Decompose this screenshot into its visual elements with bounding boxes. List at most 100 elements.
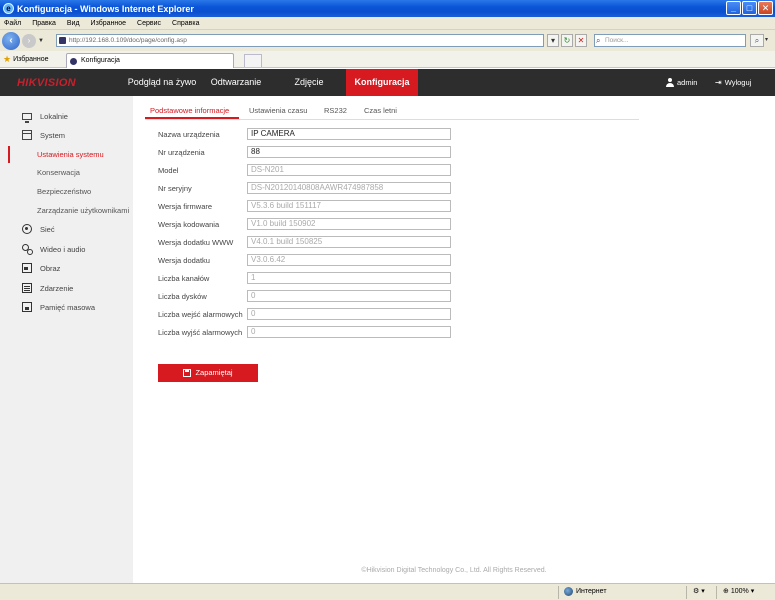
username: admin [677,78,698,87]
device-name-input[interactable]: IP CAMERA [247,128,451,140]
monitor-icon [22,112,32,123]
maximize-icon[interactable]: □ [742,1,757,15]
sidebar-subitem-maintenance[interactable]: Konserwacja [37,167,80,179]
address-actions: ▾ ↻ ✕ [547,34,587,47]
sidebar-subitem-security[interactable]: Bezpieczeństwo [37,186,91,198]
sidebar-item-local[interactable]: Lokalnie [22,110,68,123]
sidebar-item-image[interactable]: Obraz [22,262,60,274]
sidebar-item-event[interactable]: Zdarzenie [22,282,73,294]
favorites-button[interactable]: Избранное [13,56,48,63]
zoom-level: 100% [730,588,749,595]
url-dropdown-icon[interactable]: ▾ [547,34,559,47]
menu-edit[interactable]: Правка [32,20,56,27]
stop-icon[interactable]: ✕ [575,34,587,47]
sidebar-item-system[interactable]: System [22,129,65,141]
logout-icon: ⇥ [715,78,722,87]
search-go-icon[interactable]: ⌕ [750,34,764,47]
window-titlebar: e Konfiguracja - Windows Internet Explor… [0,0,775,17]
alarm-outputs-field: 0 [247,326,451,338]
menu-help[interactable]: Справка [172,20,199,27]
history-dropdown-icon[interactable]: ▼ [38,38,44,44]
nav-playback[interactable]: Odtwarzanie [204,69,268,96]
zone-label: Интернет [576,588,607,595]
ie-favorites-bar: ★ Избранное Konfiguracja [0,51,775,68]
network-icon [22,224,32,234]
tab-time-settings[interactable]: Ustawienia czasu [249,106,307,118]
nav-live-view[interactable]: Podgląd na żywo [122,69,202,96]
plugin-version-field: V3.0.6.42 [247,254,451,266]
storage-icon [22,302,32,312]
zoom-dropdown-icon: ▾ [750,588,755,595]
nav-configuration[interactable]: Konfiguracja [346,69,418,96]
sidebar-subitem-user-management[interactable]: Zarządzanie użytkownikami [37,205,129,217]
nav-picture[interactable]: Zdjęcie [284,69,334,96]
model-field: DS-N201 [247,164,451,176]
encoding-version-field: V1.0 build 150902 [247,218,451,230]
user-icon [666,78,674,87]
browser-tab-active[interactable]: Konfiguracja [66,53,234,68]
sidebar-item-storage[interactable]: Pamięć masowa [22,301,95,313]
globe-icon [564,587,573,596]
label-alarm-inputs: Liczba wejść alarmowych [158,310,243,319]
browser-tab-title: Konfiguracja [81,57,120,64]
system-icon [22,130,32,140]
sidebar-item-label: Lokalnie [40,111,68,121]
search-input[interactable]: ⌕ Поиск... [594,34,746,47]
search-placeholder: Поиск... [605,37,629,44]
security-zone[interactable]: Интернет [564,587,607,596]
menu-file[interactable]: Файл [4,20,21,27]
label-encoding-version: Wersja kodowania [158,220,220,229]
url-text: http://192.168.0.109/doc/page/config.asp [69,37,187,44]
status-separator [558,586,559,599]
url-input[interactable]: http://192.168.0.109/doc/page/config.asp [56,34,544,47]
menu-tools[interactable]: Сервис [137,20,161,27]
close-icon[interactable]: ✕ [758,1,773,15]
zoom-control[interactable]: ⊕ 100% ▾ [723,587,754,595]
ie-statusbar: Интернет ⚙ ▾ ⊕ 100% ▾ [0,583,775,600]
tab-rs232[interactable]: RS232 [324,106,347,118]
channel-count-field: 1 [247,272,451,284]
video-audio-icon [22,244,33,255]
save-button[interactable]: Zapamiętaj [158,364,258,382]
sidebar-item-video-audio[interactable]: Wideo i audio [22,243,85,255]
image-icon [22,263,32,273]
sidebar-item-network[interactable]: Sieć [22,223,55,235]
label-alarm-outputs: Liczba wyjść alarmowych [158,328,243,337]
status-separator [716,586,717,599]
refresh-icon[interactable]: ↻ [561,34,573,47]
menu-view[interactable]: Вид [67,20,80,27]
protected-mode-icon[interactable]: ⚙ ▾ [693,587,705,595]
content-panel [133,96,775,583]
logout-button[interactable]: ⇥ Wyloguj [715,69,751,96]
logout-label: Wyloguj [724,78,752,87]
status-separator [686,586,687,599]
page-favicon-icon [59,37,66,44]
forward-arrow-icon[interactable]: › [22,33,36,48]
window-controls: _ □ ✕ [726,1,773,15]
sidebar-item-label: Zdarzenie [40,283,74,293]
web-plugin-version-field: V4.0.1 build 150825 [247,236,451,248]
sidebar-active-indicator [8,146,10,163]
minimize-icon[interactable]: _ [726,1,741,15]
ie-addressbar: ‹ › ▼ http://192.168.0.109/doc/page/conf… [0,30,775,51]
ie-logo-icon: e [3,3,14,14]
copyright-footer: ©Hikvision Digital Technology Co., Ltd. … [361,567,547,574]
save-disk-icon [183,369,192,377]
app-header: HIKVISION Podgląd na żywo Odtwarzanie Zd… [0,69,775,96]
back-arrow-icon[interactable]: ‹ [2,31,20,50]
search-options-icon[interactable]: ▾ [765,36,768,43]
label-channel-count: Liczba kanałów [158,274,210,283]
ie-menubar: Файл Правка Вид Избранное Сервис Справка [0,17,775,30]
user-menu[interactable]: admin [666,69,697,96]
new-tab-button[interactable] [244,54,262,67]
sidebar-subitem-system-settings[interactable]: Ustawienia systemu [37,149,104,161]
device-number-input[interactable]: 88 [247,146,451,158]
search-icon: ⌕ [596,36,601,45]
event-icon [22,283,32,293]
serial-number-field: DS-N20120140808AAWR474987858 [247,182,451,194]
tab-dst[interactable]: Czas letni [364,106,397,118]
menu-favorites[interactable]: Избранное [91,20,126,27]
save-button-label: Zapamiętaj [195,368,233,377]
label-device-name: Nazwa urządzenia [158,130,220,139]
favorites-star-icon[interactable]: ★ [3,54,11,65]
